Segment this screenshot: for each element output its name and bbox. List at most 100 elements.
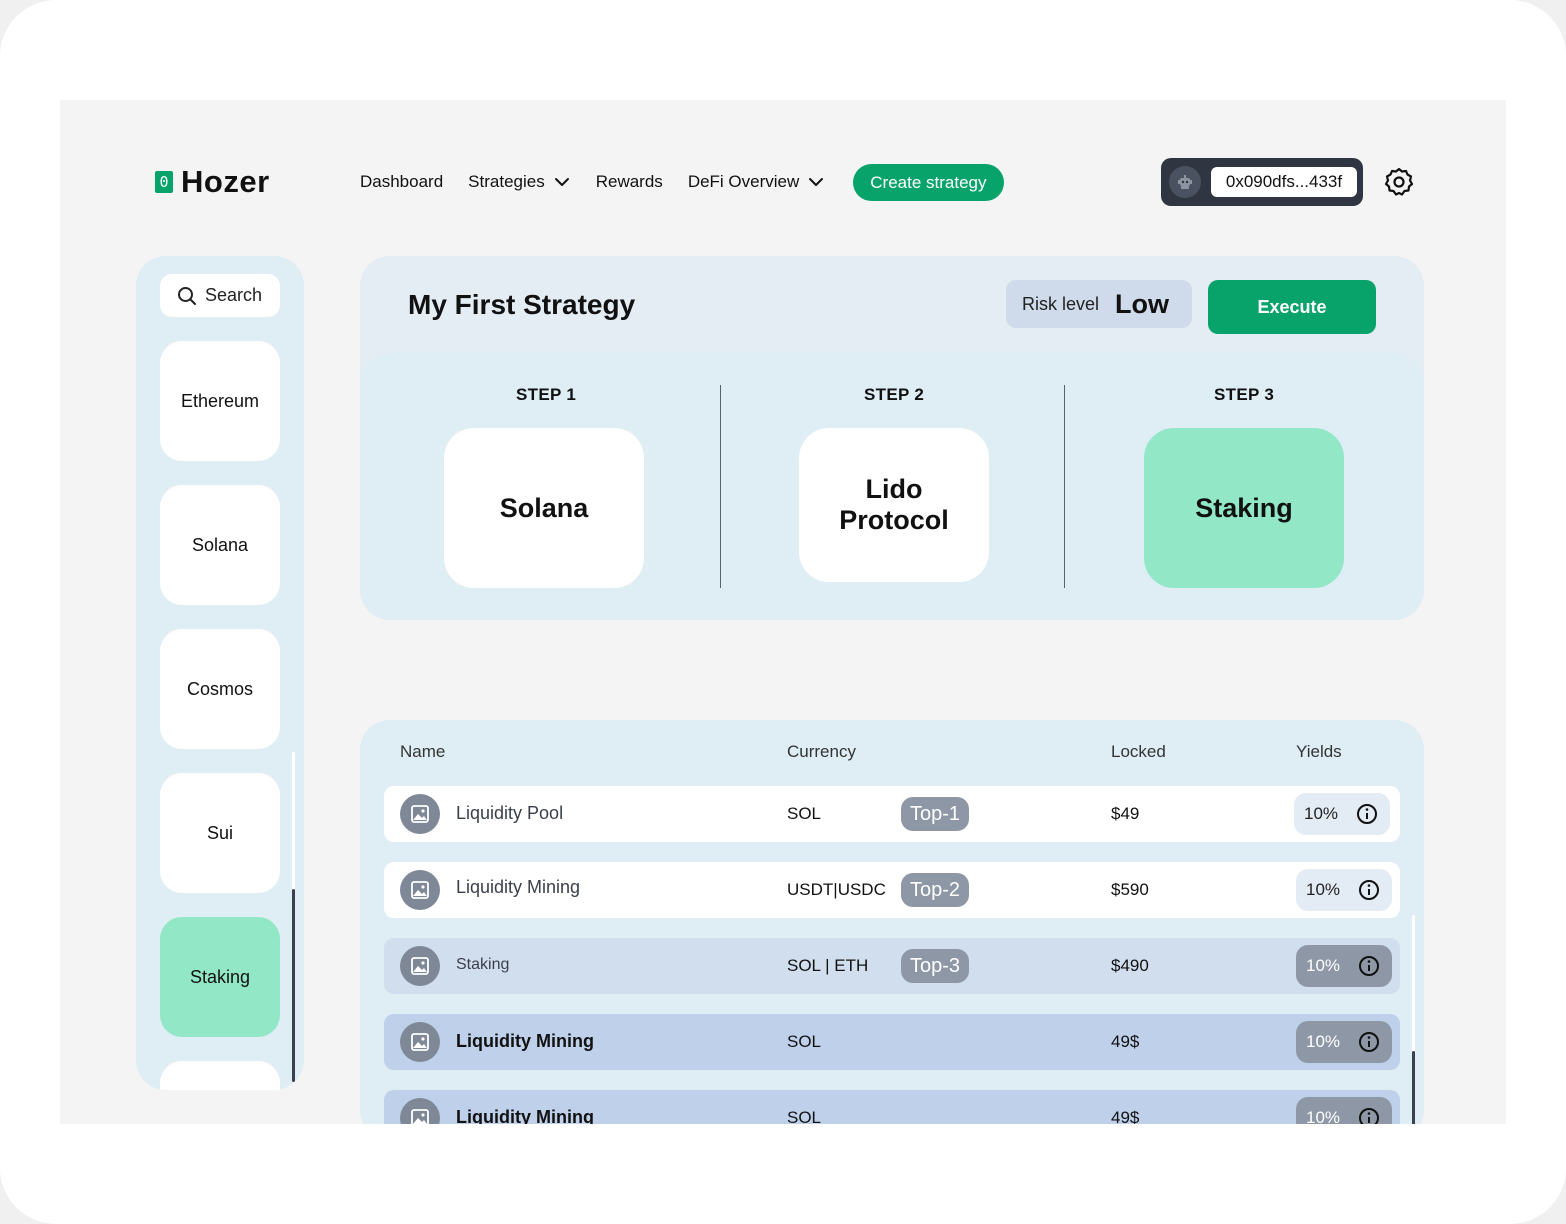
nav-defi-overview-label: DeFi Overview xyxy=(687,172,800,191)
yield-pill: 10% xyxy=(1296,945,1392,987)
row-locked: 49$ xyxy=(1111,1032,1140,1051)
gear-icon[interactable] xyxy=(1383,166,1415,198)
yield-value: 10% xyxy=(1306,880,1341,899)
step-2-value: Lido Protocol xyxy=(839,474,949,535)
row-currency: SOL xyxy=(787,1032,822,1051)
info-icon[interactable] xyxy=(1358,955,1380,977)
sidebar-item-ethereum[interactable]: Ethereum xyxy=(160,341,280,461)
yield-value: 10% xyxy=(1306,1032,1341,1051)
rank-badge: Top-1 xyxy=(901,797,969,831)
chevron-down-icon xyxy=(809,178,824,186)
row-name: Staking xyxy=(456,956,510,973)
row-currency: SOL xyxy=(787,1108,822,1124)
sidebar: Search Ethereum Solana Cosmos Sui Stakin… xyxy=(136,256,304,1090)
wallet-address: 0x090dfs...433f xyxy=(1211,167,1357,197)
chevron-down-icon xyxy=(554,178,569,186)
yield-value: 10% xyxy=(1306,1108,1341,1124)
image-icon xyxy=(400,870,440,910)
step-1-label: STEP 1 xyxy=(516,385,577,404)
step-1-card[interactable]: Solana xyxy=(444,428,644,588)
image-icon xyxy=(400,1022,440,1062)
sidebar-item-label: Cosmos xyxy=(186,678,253,699)
row-name: Liquidity Mining xyxy=(456,1107,594,1124)
step-3-value: Staking xyxy=(1195,492,1293,523)
info-icon[interactable] xyxy=(1358,1107,1380,1124)
sidebar-item-staking[interactable]: Staking xyxy=(160,917,280,1037)
risk-level-value: Low xyxy=(1115,288,1170,319)
step-1-value: Solana xyxy=(499,492,589,523)
sidebar-item-label: Ethereum xyxy=(180,390,260,411)
info-icon[interactable] xyxy=(1358,1031,1380,1053)
row-currency: USDT|USDC xyxy=(787,880,886,899)
brand-logo[interactable]: 0 Hozer xyxy=(155,164,270,200)
table-row[interactable]: Liquidity Mining SOL 49$ 10% xyxy=(384,1090,1400,1124)
yield-value: 10% xyxy=(1304,804,1339,823)
nav-strategies[interactable]: Strategies xyxy=(468,172,571,192)
row-name: Liquidity Mining xyxy=(456,1031,594,1051)
logo-mark-icon: 0 xyxy=(155,171,173,193)
nav-dashboard-label: Dashboard xyxy=(360,172,444,191)
nav-rewards[interactable]: Rewards xyxy=(596,172,663,192)
info-icon[interactable] xyxy=(1358,879,1380,901)
sidebar-item-label: Staking xyxy=(189,966,251,987)
image-icon xyxy=(400,794,440,834)
strategy-steps: STEP 1 Solana STEP 2 Lido Protocol STEP … xyxy=(360,353,1424,620)
row-currency: SOL xyxy=(787,804,822,823)
row-name: Liquidity Mining xyxy=(456,877,581,897)
sidebar-item-partial[interactable] xyxy=(160,1061,280,1090)
yield-pill: 10% xyxy=(1296,1021,1392,1063)
top-nav: Dashboard Strategies Rewards DeFi Overvi… xyxy=(360,163,1004,201)
sidebar-item-sui[interactable]: Sui xyxy=(160,773,280,893)
sidebar-scrollbar-thumb[interactable] xyxy=(292,889,295,1082)
table-row[interactable]: Staking SOL | ETH Top-3 $490 10% xyxy=(384,938,1400,994)
step-2-label: STEP 2 xyxy=(864,385,925,404)
table-row[interactable]: Liquidity Mining USDT|USDC Top-2 $590 10… xyxy=(384,862,1400,918)
table-row[interactable]: Liquidity Pool SOL Top-1 $49 10% xyxy=(384,786,1400,842)
step-3-label: STEP 3 xyxy=(1214,385,1275,404)
protocol-table: Name Currency Locked Yields Liquidity Po… xyxy=(360,720,1424,1124)
step-2-card[interactable]: Lido Protocol xyxy=(799,428,989,582)
execute-button[interactable]: Execute xyxy=(1208,280,1376,334)
row-name: Liquidity Pool xyxy=(456,803,564,823)
nav-defi-overview[interactable]: DeFi Overview xyxy=(688,172,825,192)
search-input[interactable]: Search xyxy=(160,274,280,317)
risk-level-label: Risk level xyxy=(1022,293,1100,314)
column-header-locked: Locked xyxy=(1111,742,1166,761)
row-locked: 49$ xyxy=(1111,1108,1140,1124)
sidebar-item-cosmos[interactable]: Cosmos xyxy=(160,629,280,749)
rank-badge: Top-2 xyxy=(901,873,969,907)
step-3-card[interactable]: Staking xyxy=(1144,428,1344,588)
column-header-currency: Currency xyxy=(787,742,856,761)
yield-pill: 10% xyxy=(1294,793,1390,835)
image-icon xyxy=(400,946,440,986)
yield-value: 10% xyxy=(1306,956,1341,975)
search-placeholder: Search xyxy=(205,285,263,305)
strategy-title: My First Strategy xyxy=(408,289,636,320)
risk-level-badge: Risk level Low xyxy=(1006,280,1192,328)
rank-badge: Top-3 xyxy=(901,949,969,983)
row-locked: $590 xyxy=(1111,880,1149,899)
app-canvas: 0 Hozer Dashboard Strategies Rewards DeF… xyxy=(60,100,1506,1124)
table-scrollbar-thumb[interactable] xyxy=(1412,1051,1415,1124)
row-locked: $490 xyxy=(1111,956,1149,975)
nav-dashboard[interactable]: Dashboard xyxy=(360,172,443,192)
info-icon[interactable] xyxy=(1356,803,1378,825)
wallet-button[interactable]: 0x090dfs...433f xyxy=(1161,158,1363,206)
column-header-name: Name xyxy=(400,742,446,761)
sidebar-item-label: Sui xyxy=(206,822,233,843)
column-header-yields: Yields xyxy=(1296,742,1342,761)
robot-avatar-icon xyxy=(1169,166,1201,198)
search-icon xyxy=(178,286,196,305)
sidebar-item-label: Solana xyxy=(191,534,249,555)
image-icon xyxy=(400,1098,440,1124)
table-row[interactable]: Liquidity Mining SOL 49$ 10% xyxy=(384,1014,1400,1070)
strategy-panel: My First Strategy Risk level Low Execute… xyxy=(360,256,1424,620)
sidebar-item-solana[interactable]: Solana xyxy=(160,485,280,605)
nav-rewards-label: Rewards xyxy=(595,172,663,191)
brand-name: Hozer xyxy=(181,164,270,199)
app-frame: 0 Hozer Dashboard Strategies Rewards DeF… xyxy=(0,0,1566,1224)
create-strategy-button[interactable]: Create strategy xyxy=(853,163,1004,201)
yield-pill: 10% xyxy=(1296,1097,1392,1124)
nav-strategies-label: Strategies xyxy=(468,172,545,191)
row-locked: $49 xyxy=(1111,804,1140,823)
